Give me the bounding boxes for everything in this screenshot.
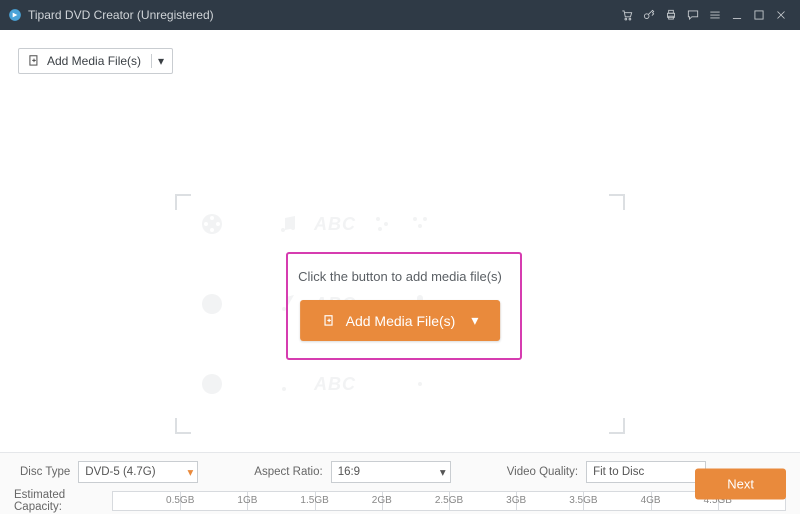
scale-tick-label: 2.5GB	[435, 495, 463, 506]
chevron-down-icon: ▾	[151, 54, 164, 68]
capacity-scale: 0.5GB1GB1.5GB2GB2.5GB3GB3.5GB4GB4.5GB	[112, 491, 786, 511]
add-media-label-main: Add Media File(s)	[346, 313, 456, 329]
scale-tick-label: 0.5GB	[166, 495, 194, 506]
maximize-icon[interactable]	[748, 0, 770, 30]
watermark-row: ABC	[200, 212, 432, 236]
watermark-row: ABC	[200, 372, 432, 396]
chevron-down-icon: ▾	[471, 312, 478, 329]
add-media-button-top[interactable]: Add Media File(s) ▾	[18, 48, 173, 74]
add-media-label-top: Add Media File(s)	[47, 54, 141, 68]
menu-icon[interactable]	[704, 0, 726, 30]
key-icon[interactable]	[638, 0, 660, 30]
aspect-ratio-label: Aspect Ratio:	[254, 466, 322, 478]
scale-tick-label: 3.5GB	[569, 495, 597, 506]
add-file-icon	[27, 54, 41, 68]
music-icon	[276, 372, 300, 396]
watermark-text: ABC	[314, 374, 356, 395]
scale-tick-label: 4GB	[641, 495, 661, 506]
watermark-text: ABC	[314, 214, 356, 235]
aspect-ratio-value: 16:9	[338, 466, 360, 478]
slider-icon	[370, 372, 394, 396]
slider-icon	[370, 212, 394, 236]
capacity-label: Estimated Capacity:	[14, 489, 112, 513]
dots-icon	[408, 212, 432, 236]
window-title: Tipard DVD Creator (Unregistered)	[28, 8, 214, 22]
main-canvas: ABC ABC ABC Click the button to add medi…	[0, 74, 800, 434]
add-media-button-main[interactable]: Add Media File(s) ▾	[300, 300, 501, 341]
disc-type-select[interactable]: DVD-5 (4.7G) ▾	[78, 461, 198, 483]
chevron-down-icon: ▾	[188, 465, 194, 479]
print-icon[interactable]	[660, 0, 682, 30]
dots-icon	[408, 372, 432, 396]
reel-icon	[200, 212, 224, 236]
video-quality-select[interactable]: Fit to Disc ▾	[586, 461, 706, 483]
scale-tick-label: 2GB	[372, 495, 392, 506]
app-logo-icon	[8, 8, 22, 22]
music-icon	[276, 292, 300, 316]
reel-icon	[200, 292, 224, 316]
chevron-down-icon: ▾	[440, 465, 446, 479]
prompt-text: Click the button to add media file(s)	[298, 269, 502, 284]
scale-tick-label: 1GB	[237, 495, 257, 506]
minimize-icon[interactable]	[726, 0, 748, 30]
video-quality-label: Video Quality:	[507, 466, 578, 478]
aspect-ratio-select[interactable]: 16:9 ▾	[331, 461, 451, 483]
scale-tick-label: 3GB	[506, 495, 526, 506]
center-prompt: Click the button to add media file(s) Ad…	[298, 269, 502, 341]
add-file-icon	[322, 314, 336, 328]
disc-type-label: Disc Type	[20, 466, 70, 478]
cart-icon[interactable]	[616, 0, 638, 30]
scale-tick-label: 1.5GB	[300, 495, 328, 506]
sparkle-icon	[238, 212, 262, 236]
chat-icon[interactable]	[682, 0, 704, 30]
disc-type-value: DVD-5 (4.7G)	[85, 466, 155, 478]
music-icon	[276, 212, 300, 236]
toolbar: Add Media File(s) ▾	[0, 30, 800, 74]
close-icon[interactable]	[770, 0, 792, 30]
titlebar: Tipard DVD Creator (Unregistered)	[0, 0, 800, 30]
sparkle-icon	[238, 292, 262, 316]
sparkle-icon	[238, 372, 262, 396]
bottom-panel: Disc Type DVD-5 (4.7G) ▾ Aspect Ratio: 1…	[0, 452, 800, 514]
video-quality-value: Fit to Disc	[593, 466, 644, 478]
reel-icon	[200, 372, 224, 396]
next-button[interactable]: Next	[695, 468, 786, 499]
